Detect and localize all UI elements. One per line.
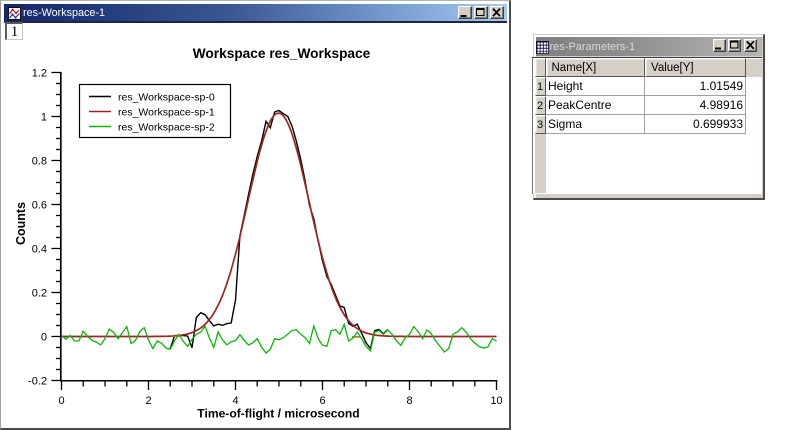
svg-text:0.4: 0.4 [32, 244, 47, 256]
svg-text:res_Workspace-sp-2: res_Workspace-sp-2 [118, 122, 215, 134]
svg-text:0.8: 0.8 [32, 156, 47, 168]
svg-text:10: 10 [490, 395, 502, 407]
svg-text:res_Workspace-sp-0: res_Workspace-sp-0 [118, 92, 215, 104]
svg-text:Time-of-flight / microsecond: Time-of-flight / microsecond [197, 407, 359, 421]
svg-text:4: 4 [232, 395, 238, 407]
svg-text:6: 6 [319, 395, 325, 407]
svg-text:Counts: Counts [14, 202, 28, 245]
svg-text:8: 8 [406, 395, 412, 407]
svg-text:0: 0 [41, 332, 47, 344]
svg-text:0.2: 0.2 [32, 288, 47, 300]
svg-text:0.6: 0.6 [32, 200, 47, 212]
svg-text:2: 2 [145, 395, 151, 407]
svg-text:Workspace res_Workspace: Workspace res_Workspace [193, 46, 371, 61]
svg-text:1: 1 [41, 112, 47, 124]
svg-text:0: 0 [58, 395, 64, 407]
svg-text:1.2: 1.2 [32, 68, 47, 80]
svg-text:-0.2: -0.2 [28, 376, 47, 388]
svg-text:res_Workspace-sp-1: res_Workspace-sp-1 [118, 107, 215, 119]
